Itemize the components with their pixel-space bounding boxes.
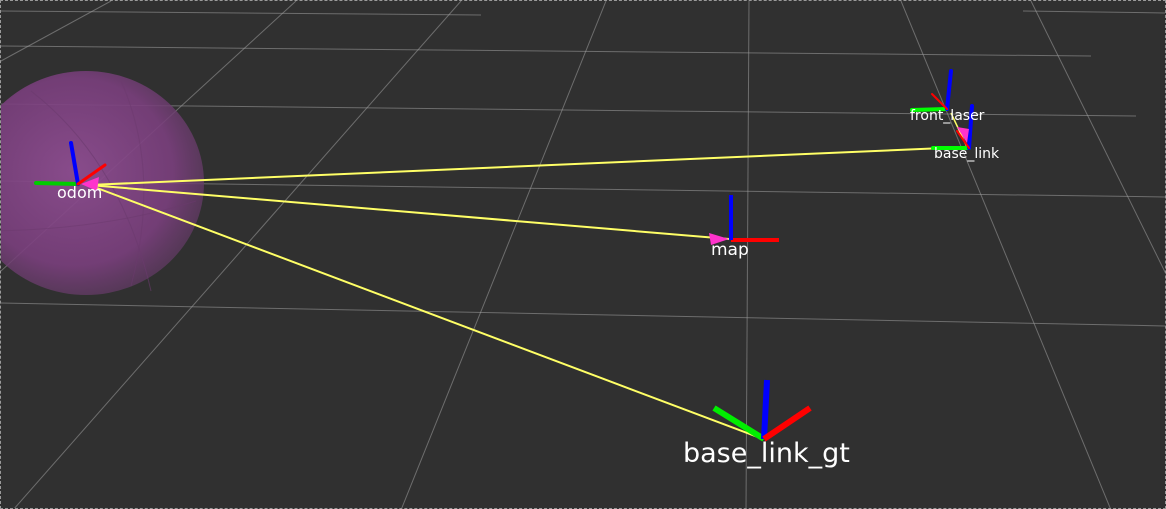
- frame-map-axes: [709, 195, 779, 245]
- frame-label-map: map: [711, 240, 749, 260]
- frame-base-link-gt-axes: [712, 379, 812, 442]
- frame-label-odom: odom: [57, 183, 102, 202]
- frame-label-base-link: base_link: [934, 146, 1000, 162]
- tf-link-odom-base_link: [88, 146, 968, 186]
- covariance-sphere: [1, 71, 204, 295]
- frame-label-base-link-gt: base_link_gt: [683, 438, 850, 469]
- tf-links: [88, 112, 968, 440]
- tf-link-odom-base_link_gt: [88, 184, 764, 440]
- frame-front-laser-axes: [910, 69, 953, 112]
- 3d-viewport[interactable]: odom map front_laser base_link base_link…: [0, 0, 1166, 509]
- frame-label-front-laser: front_laser: [910, 108, 985, 124]
- tf-scene[interactable]: odom map front_laser base_link base_link…: [1, 1, 1166, 509]
